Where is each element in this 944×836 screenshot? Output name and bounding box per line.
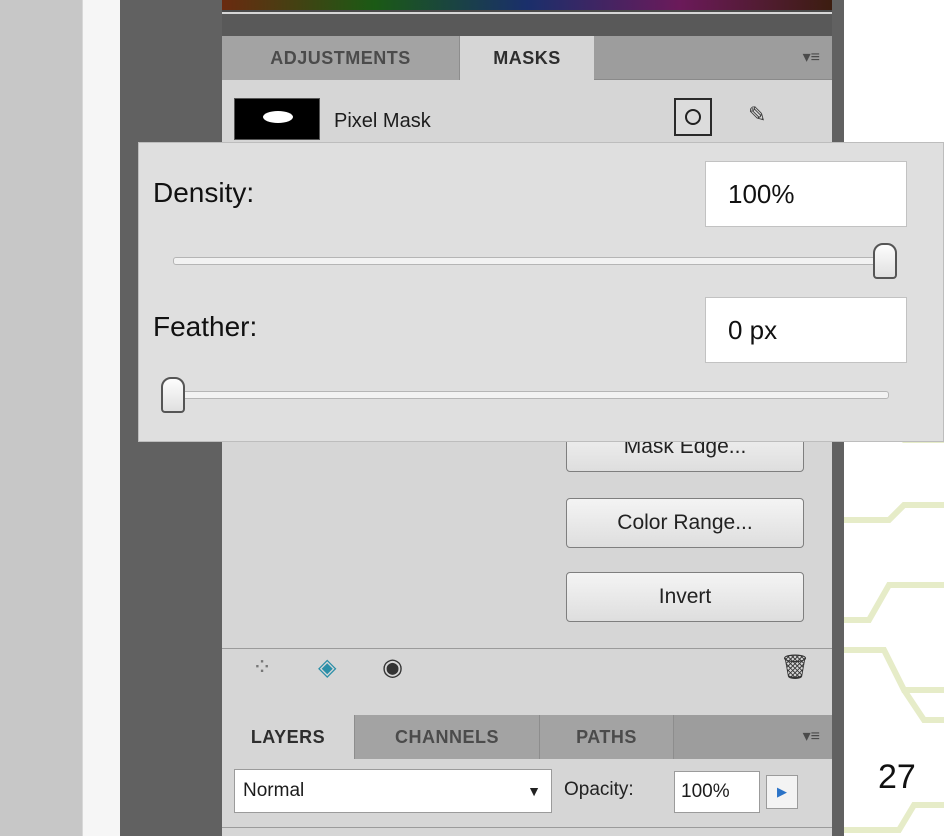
density-input[interactable]: 100% xyxy=(705,161,907,227)
feather-slider-handle[interactable] xyxy=(161,377,185,413)
opacity-input[interactable]: 100% xyxy=(674,771,760,813)
density-feather-popup: Density: 100% Feather: 0 px xyxy=(138,142,944,442)
tab-paths[interactable]: PATHS xyxy=(540,715,674,759)
density-slider-track[interactable] xyxy=(173,257,895,265)
masks-tab-bar: ADJUSTMENTS MASKS ▾≡ xyxy=(222,36,832,81)
feather-input[interactable]: 0 px xyxy=(705,297,907,363)
eye-icon[interactable]: ◉ xyxy=(382,653,403,682)
density-slider-handle[interactable] xyxy=(873,243,897,279)
tab-masks[interactable]: MASKS xyxy=(460,36,594,81)
masks-footer: ⁘ ◈ ◉ 🗑 xyxy=(222,648,832,690)
left-white-column xyxy=(82,0,120,836)
color-range-button[interactable]: Color Range... xyxy=(566,498,804,548)
panel-menu-icon[interactable]: ▾≡ xyxy=(803,36,820,80)
feather-slider-track[interactable] xyxy=(161,391,889,399)
pixel-mask-label: Pixel Mask xyxy=(334,110,431,132)
pixel-mask-icon xyxy=(685,109,701,125)
invert-button[interactable]: Invert xyxy=(566,572,804,622)
layers-panel: LAYERS CHANNELS PATHS ▾≡ Normal ▼ Opacit… xyxy=(222,705,832,836)
color-preview-strip xyxy=(222,0,832,12)
tab-layers[interactable]: LAYERS xyxy=(222,715,354,759)
apply-mask-icon[interactable]: ◈ xyxy=(318,653,336,682)
mask-shape xyxy=(263,111,293,123)
panel-menu-icon[interactable]: ▾≡ xyxy=(803,715,820,759)
layers-tab-bar: LAYERS CHANNELS PATHS ▾≡ xyxy=(222,715,832,759)
blend-mode-value: Normal xyxy=(243,780,305,801)
feather-label: Feather: xyxy=(153,311,258,342)
divider xyxy=(222,827,832,828)
trash-icon[interactable]: 🗑 xyxy=(780,653,810,682)
pixel-mask-row: Pixel Mask ✎ xyxy=(222,80,832,140)
slide-page-number: 27 xyxy=(878,758,916,796)
opacity-label: Opacity: xyxy=(564,779,634,800)
blend-mode-select[interactable]: Normal ▼ xyxy=(234,769,552,813)
vector-mask-icon[interactable]: ✎ xyxy=(748,102,766,128)
density-label: Density: xyxy=(153,177,255,208)
left-gray-column xyxy=(0,0,82,836)
add-pixel-mask-button[interactable] xyxy=(674,98,712,136)
tab-channels[interactable]: CHANNELS xyxy=(354,715,540,759)
load-selection-icon[interactable]: ⁘ xyxy=(252,653,272,682)
mask-thumbnail[interactable] xyxy=(234,98,320,140)
dropdown-arrow-icon: ▼ xyxy=(527,783,541,799)
opacity-arrow-icon[interactable]: ▶ xyxy=(766,775,798,809)
panel-separator xyxy=(222,14,832,36)
tab-adjustments[interactable]: ADJUSTMENTS xyxy=(222,36,460,80)
